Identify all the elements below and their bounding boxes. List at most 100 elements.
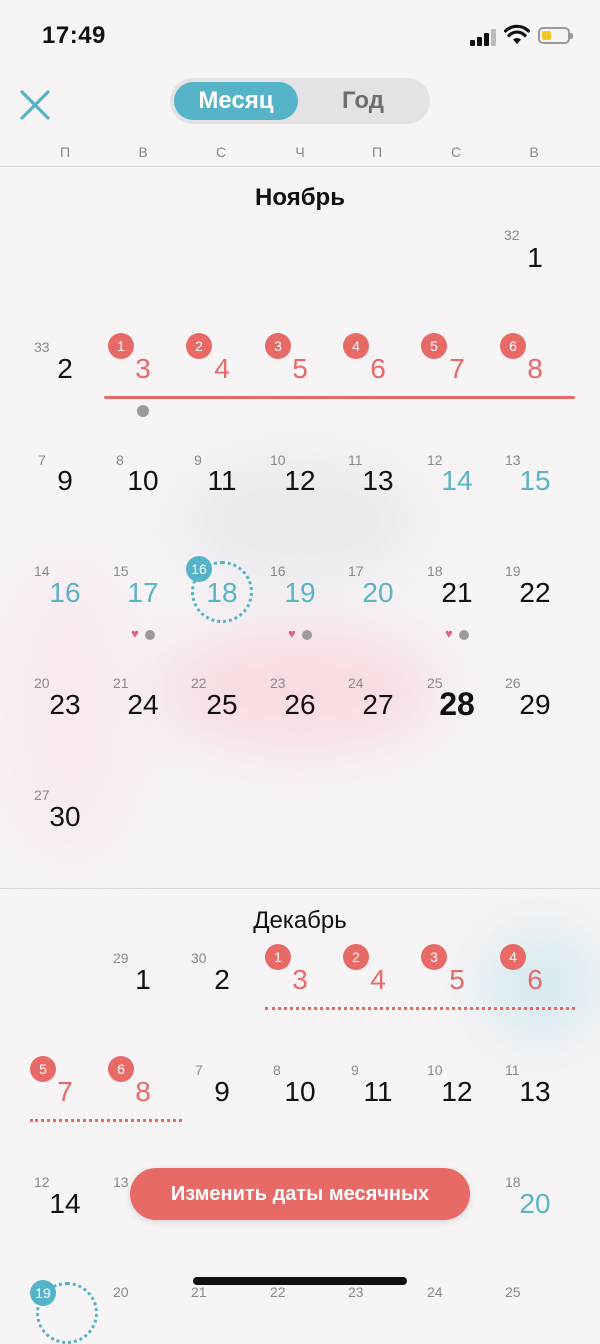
tab-year[interactable]: Год: [300, 82, 426, 120]
week-number: 13: [113, 1174, 129, 1190]
heart-icon: ♥: [445, 626, 453, 641]
week-number: 13: [505, 452, 521, 468]
close-x-icon[interactable]: [18, 88, 52, 122]
week-number: 12: [34, 1174, 50, 1190]
month-title-december: Декабрь: [253, 907, 347, 934]
day-cell[interactable]: 27: [341, 691, 415, 719]
home-indicator[interactable]: [193, 1277, 407, 1285]
day-cell[interactable]: 20: [341, 579, 415, 607]
day-cell[interactable]: 19: [263, 579, 337, 607]
day-cell[interactable]: 9: [185, 1078, 259, 1106]
day-cell[interactable]: 5: [420, 966, 494, 994]
day-cell[interactable]: 12: [263, 467, 337, 495]
week-number: 18: [427, 563, 443, 579]
week-number: 8: [116, 452, 124, 468]
day-cell[interactable]: 25: [185, 691, 259, 719]
week-number: 9: [351, 1062, 359, 1078]
week-number: 11: [505, 1062, 520, 1078]
divider: [0, 888, 600, 889]
day-cell[interactable]: 9: [28, 467, 102, 495]
day-cell[interactable]: 2: [185, 966, 259, 994]
note-dot: [145, 630, 155, 640]
view-segmented-control: Месяц Год: [170, 78, 430, 124]
weekday-label: П: [371, 144, 383, 160]
note-dot: [302, 630, 312, 640]
weekday-label: С: [450, 144, 462, 160]
week-number: 30: [191, 950, 207, 966]
weekday-header: П В С Ч П С В: [0, 144, 600, 164]
day-cell[interactable]: 7: [420, 355, 494, 383]
week-number: 15: [113, 563, 129, 579]
note-dot: [137, 405, 149, 417]
day-cell[interactable]: 8: [498, 355, 572, 383]
day-cell[interactable]: 16: [28, 579, 102, 607]
day-cell[interactable]: 14: [28, 1190, 102, 1218]
period-line: [104, 396, 575, 399]
day-cell[interactable]: 10: [263, 1078, 337, 1106]
edit-period-dates-button[interactable]: Изменить даты месячных: [130, 1168, 470, 1220]
day-cell[interactable]: 24: [106, 691, 180, 719]
day-cell[interactable]: 4: [185, 355, 259, 383]
day-cell[interactable]: 13: [498, 1078, 572, 1106]
day-cell[interactable]: 2: [28, 355, 102, 383]
week-number: 33: [34, 339, 50, 355]
weekday-label: В: [529, 144, 539, 160]
ovulation-badge: 19: [30, 1280, 56, 1306]
day-cell[interactable]: 3: [106, 355, 180, 383]
week-number: 16: [270, 563, 286, 579]
note-dot: [459, 630, 469, 640]
day-cell[interactable]: 21: [420, 579, 494, 607]
week-number: 7: [38, 452, 46, 468]
day-cell[interactable]: 22: [498, 579, 572, 607]
day-cell[interactable]: 10: [106, 467, 180, 495]
day-cell[interactable]: 6: [341, 355, 415, 383]
weekday-label: С: [215, 144, 227, 160]
day-cell[interactable]: 4: [341, 966, 415, 994]
week-number: 20: [34, 675, 50, 691]
day-cell[interactable]: 5: [263, 355, 337, 383]
battery-icon: [538, 27, 573, 44]
weekday-label: П: [59, 144, 71, 160]
week-number: 18: [505, 1174, 521, 1190]
status-time: 17:49: [42, 22, 106, 49]
week-number: 19: [505, 563, 521, 579]
status-bar: 17:49: [0, 0, 600, 70]
tab-month[interactable]: Месяц: [174, 82, 298, 120]
month-title-november: Ноябрь: [255, 184, 345, 211]
divider: [0, 166, 600, 167]
day-cell[interactable]: 8: [106, 1078, 180, 1106]
day-cell[interactable]: 3: [263, 966, 337, 994]
day-cell[interactable]: 14: [420, 467, 494, 495]
day-cell[interactable]: 1: [106, 966, 180, 994]
day-cell[interactable]: 15: [498, 467, 572, 495]
day-cell[interactable]: 12: [420, 1078, 494, 1106]
wifi-icon: [504, 24, 530, 44]
day-cell-today[interactable]: 28: [420, 688, 494, 720]
day-cell[interactable]: 1: [498, 244, 572, 272]
day-cell[interactable]: 17: [106, 579, 180, 607]
day-cell[interactable]: 26: [263, 691, 337, 719]
day-cell[interactable]: 18: [185, 579, 259, 607]
week-number: 12: [427, 452, 443, 468]
day-cell[interactable]: 23: [28, 691, 102, 719]
week-number: 21: [113, 675, 129, 691]
week-number: 27: [34, 787, 50, 803]
predicted-period-line: [30, 1119, 182, 1122]
predicted-period-line: [265, 1007, 575, 1010]
week-number: 11: [348, 452, 363, 468]
day-cell[interactable]: 20: [498, 1190, 572, 1218]
day-cell[interactable]: 11: [341, 1078, 415, 1106]
week-number: 10: [270, 452, 286, 468]
day-cell[interactable]: 11: [185, 467, 259, 495]
week-number: 23: [270, 675, 286, 691]
week-number: 24: [348, 675, 364, 691]
day-cell[interactable]: 30: [28, 803, 102, 831]
cellular-signal-icon: [470, 28, 498, 46]
week-number: 26: [505, 675, 521, 691]
heart-icon: ♥: [131, 626, 139, 641]
day-cell[interactable]: 13: [341, 467, 415, 495]
day-cell[interactable]: 6: [498, 966, 572, 994]
day-cell[interactable]: 29: [498, 691, 572, 719]
day-cell[interactable]: 7: [28, 1078, 102, 1106]
week-number: 8: [273, 1062, 281, 1078]
